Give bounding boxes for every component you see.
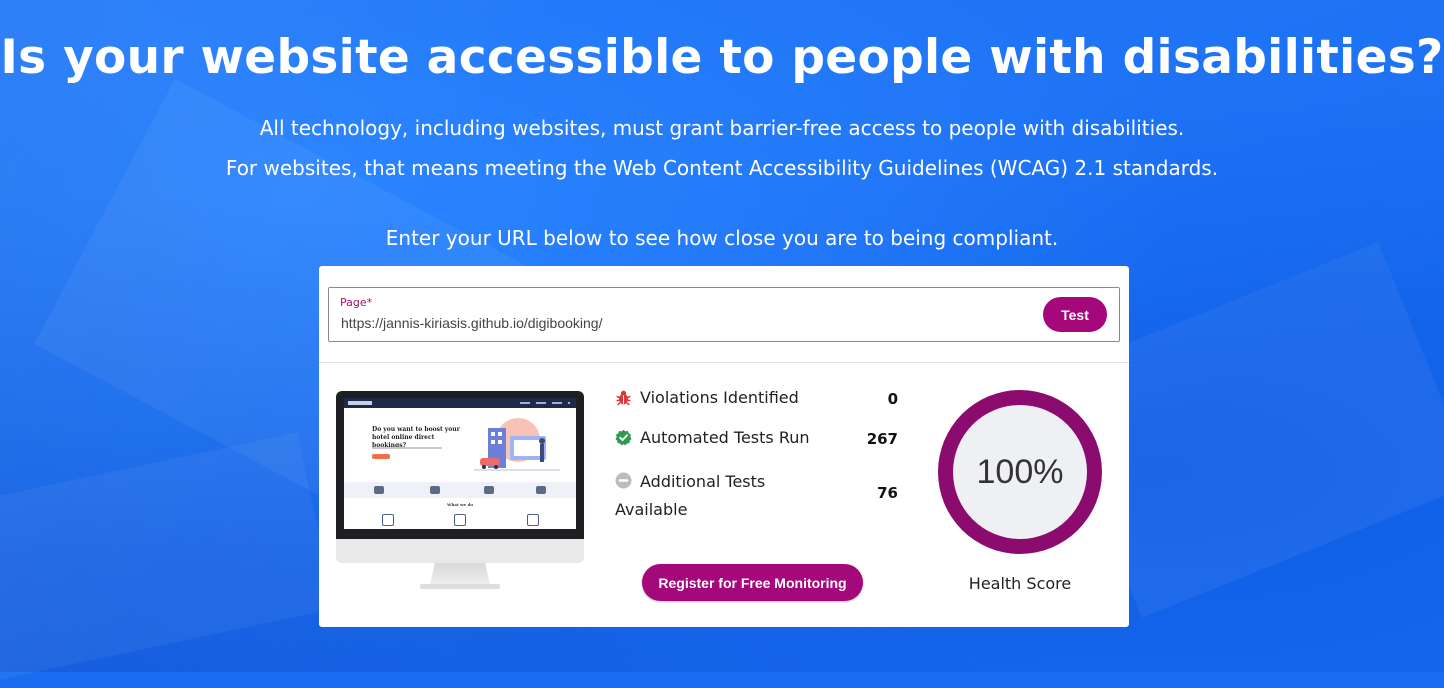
preview-service-icon [454,514,466,526]
intro-line-2: For websites, that means meeting the Web… [225,156,1219,180]
stat-violations-value: 0 [887,390,898,408]
test-button[interactable]: Test [1043,297,1107,332]
monitor-bezel: Do you want to boost your hotel online d… [336,391,584,539]
background-facet [0,432,335,688]
stat-additional-label: Additional Tests Available [615,472,766,519]
preview-partner-logo [484,486,494,494]
stat-additional: Additional Tests Available [615,468,805,524]
card-divider [319,362,1129,363]
url-field-container: Page* Test [328,287,1120,342]
preview-partner-logo [374,486,384,494]
url-field-label: Page* [340,296,372,309]
monitor-stand [430,563,490,585]
check-badge-icon [615,429,632,446]
preview-logo [348,401,372,405]
preview-hero-button [372,454,390,459]
stat-violations: Violations Identified [615,388,799,407]
preview-partner-logo [536,486,546,494]
minus-circle-icon [615,472,632,489]
intro-line-3: Enter your URL below to see how close yo… [385,226,1059,250]
health-score-label: Health Score [968,574,1072,593]
page-title: Is your website accessible to people wit… [0,30,1444,85]
stat-additional-value: 76 [877,484,898,502]
monitor-chin [336,539,584,563]
preview-section-title: What we do [446,502,474,507]
website-preview-monitor: Do you want to boost your hotel online d… [336,391,584,591]
preview-service-icon [527,514,539,526]
url-input[interactable] [341,315,1021,331]
preview-nav-links [520,402,570,404]
stat-automated-value: 267 [866,430,898,448]
url-label-text: Page [340,296,367,309]
preview-hero-subtitle [372,447,442,449]
monitor-base [420,584,500,589]
preview-navbar [344,398,576,408]
preview-service-icon [382,514,394,526]
register-monitoring-button[interactable]: Register for Free Monitoring [642,564,863,601]
stat-violations-label: Violations Identified [640,388,799,407]
health-score-center: 100% [953,405,1087,539]
preview-hotel-illustration [474,418,560,471]
stat-automated: Automated Tests Run [615,428,810,447]
health-score-ring: 100% [938,390,1102,554]
intro-line-1: All technology, including websites, must… [259,116,1185,140]
accessibility-checker-card: Page* Test Do you want to boost your hot… [319,266,1129,627]
preview-partner-logo [430,486,440,494]
required-marker: * [366,296,373,309]
stat-automated-label: Automated Tests Run [640,428,810,447]
bug-icon [616,390,631,406]
health-score-value: 100% [976,452,1064,491]
website-screenshot: Do you want to boost your hotel online d… [344,398,576,529]
